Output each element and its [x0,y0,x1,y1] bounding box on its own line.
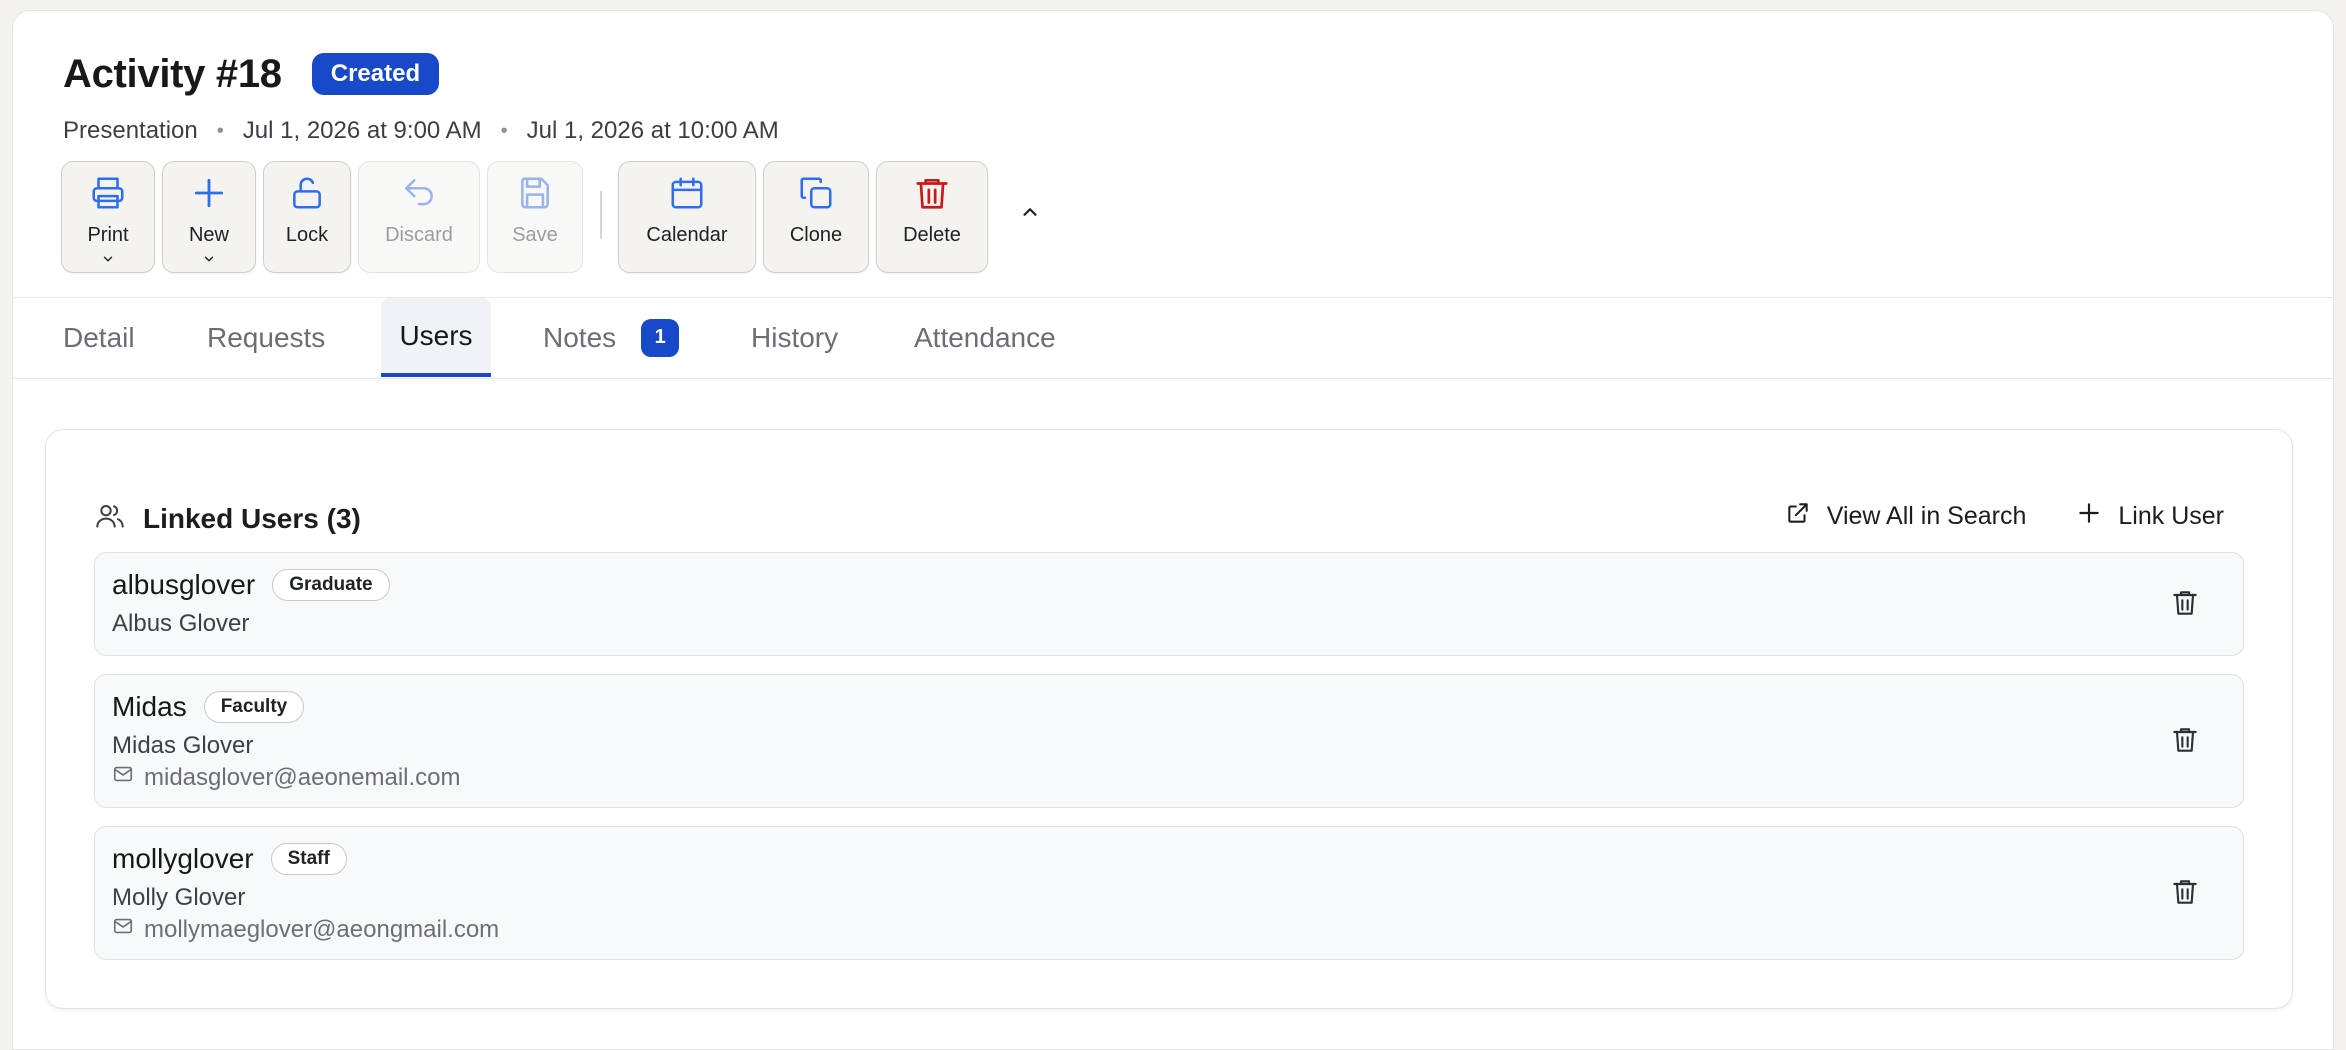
user-full-name: Midas Glover [112,732,254,759]
user-username[interactable]: albusglover [112,569,255,601]
meta-separator: • [216,119,224,142]
chevron-up-icon [1019,201,1041,228]
tab-notes-label: Notes [543,321,617,353]
user-row-midas: Midas Faculty Midas Glover midasglover@a… [94,674,2244,808]
save-icon [516,174,554,218]
user-row-top: mollyglover Staff [112,843,347,875]
calendar-button[interactable]: Calendar [618,161,756,273]
save-button[interactable]: Save [487,161,583,273]
user-email[interactable]: midasglover@aeonemail.com [112,763,461,792]
calendar-icon [668,174,706,218]
user-email-text: mollymaeglover@aeongmail.com [144,915,500,943]
plus-icon [190,174,228,218]
trash-icon [2169,724,2201,761]
activity-type: Presentation [63,117,198,144]
printer-icon [89,174,127,218]
link-user-button[interactable]: Link User [2076,500,2224,533]
save-label: Save [512,224,558,246]
user-email[interactable]: mollymaeglover@aeongmail.com [112,915,499,944]
discard-button[interactable]: Discard [358,161,480,273]
activity-end: Jul 1, 2026 at 10:00 AM [526,117,779,144]
action-toolbar: Print New Lock Discard Save Calendar Clo… [61,161,1045,273]
tab-users[interactable]: Users [381,298,491,377]
clone-label: Clone [789,224,843,246]
tab-notes[interactable]: Notes 1 [543,298,680,377]
trash-icon [2169,876,2201,913]
print-button[interactable]: Print [61,161,155,273]
linked-users-title: Linked Users (3) [143,502,361,534]
mail-icon [112,763,144,792]
user-role-badge: Staff [270,843,347,875]
toolbar-divider [600,191,602,239]
tab-bar: Detail Requests Users Notes 1 History At… [13,297,2333,379]
tab-requests[interactable]: Requests [207,298,325,377]
user-full-name: Albus Glover [112,610,250,637]
chevron-down-icon [202,249,216,272]
trash-icon [913,174,951,218]
view-all-label: View All in Search [1826,502,2027,530]
linked-users-header: Linked Users (3) [94,500,361,537]
lock-label: Lock [285,224,329,246]
user-row-top: Midas Faculty [112,691,305,723]
undo-icon [400,174,438,218]
new-button[interactable]: New [162,161,256,273]
user-username[interactable]: mollyglover [112,843,254,875]
new-label: New [188,224,229,246]
user-email-text: midasglover@aeonemail.com [144,763,461,791]
mail-icon [112,915,144,944]
collapse-toolbar-button[interactable] [1015,199,1045,229]
chevron-down-icon [101,249,115,272]
meta-separator: • [500,119,508,142]
user-username[interactable]: Midas [112,691,187,723]
tab-history[interactable]: History [751,298,838,377]
remove-user-button[interactable] [2167,724,2203,760]
title-row: Activity #18 Created [63,41,2293,107]
discard-label: Discard [385,224,453,246]
remove-user-button[interactable] [2167,587,2203,623]
view-all-in-search-button[interactable]: View All in Search [1785,500,2027,533]
plus-icon [2076,500,2118,533]
delete-label: Delete [903,224,961,246]
status-badge: Created [311,53,440,95]
delete-button[interactable]: Delete [876,161,988,273]
lock-button[interactable]: Lock [263,161,351,273]
link-user-label: Link User [2118,502,2224,530]
users-icon [94,500,126,537]
print-label: Print [87,224,129,246]
activity-start: Jul 1, 2026 at 9:00 AM [242,117,482,144]
copy-icon [797,174,835,218]
tab-detail[interactable]: Detail [63,298,135,377]
user-row-albusglover: albusglover Graduate Albus Glover [94,552,2244,656]
activity-meta: Presentation • Jul 1, 2026 at 9:00 AM • … [63,111,2293,151]
remove-user-button[interactable] [2167,876,2203,912]
tab-attendance[interactable]: Attendance [914,298,1056,377]
user-role-badge: Faculty [203,691,305,723]
user-row-mollyglover: mollyglover Staff Molly Glover mollymaeg… [94,826,2244,960]
user-row-top: albusglover Graduate [112,569,390,601]
activity-header: Activity #18 Created Presentation • Jul … [63,41,2293,151]
page-title: Activity #18 [63,51,282,96]
activity-page: Activity #18 Created Presentation • Jul … [12,10,2334,1050]
notes-count-badge: 1 [641,318,680,357]
external-link-icon [1785,500,1827,533]
linked-users-actions: View All in Search Link User [1785,500,2224,533]
clone-button[interactable]: Clone [763,161,869,273]
unlock-icon [288,174,326,218]
user-full-name: Molly Glover [112,884,246,911]
linked-users-card: Linked Users (3) View All in Search Link… [45,429,2293,1009]
user-role-badge: Graduate [272,569,390,601]
trash-icon [2169,587,2201,624]
calendar-label: Calendar [646,224,728,246]
